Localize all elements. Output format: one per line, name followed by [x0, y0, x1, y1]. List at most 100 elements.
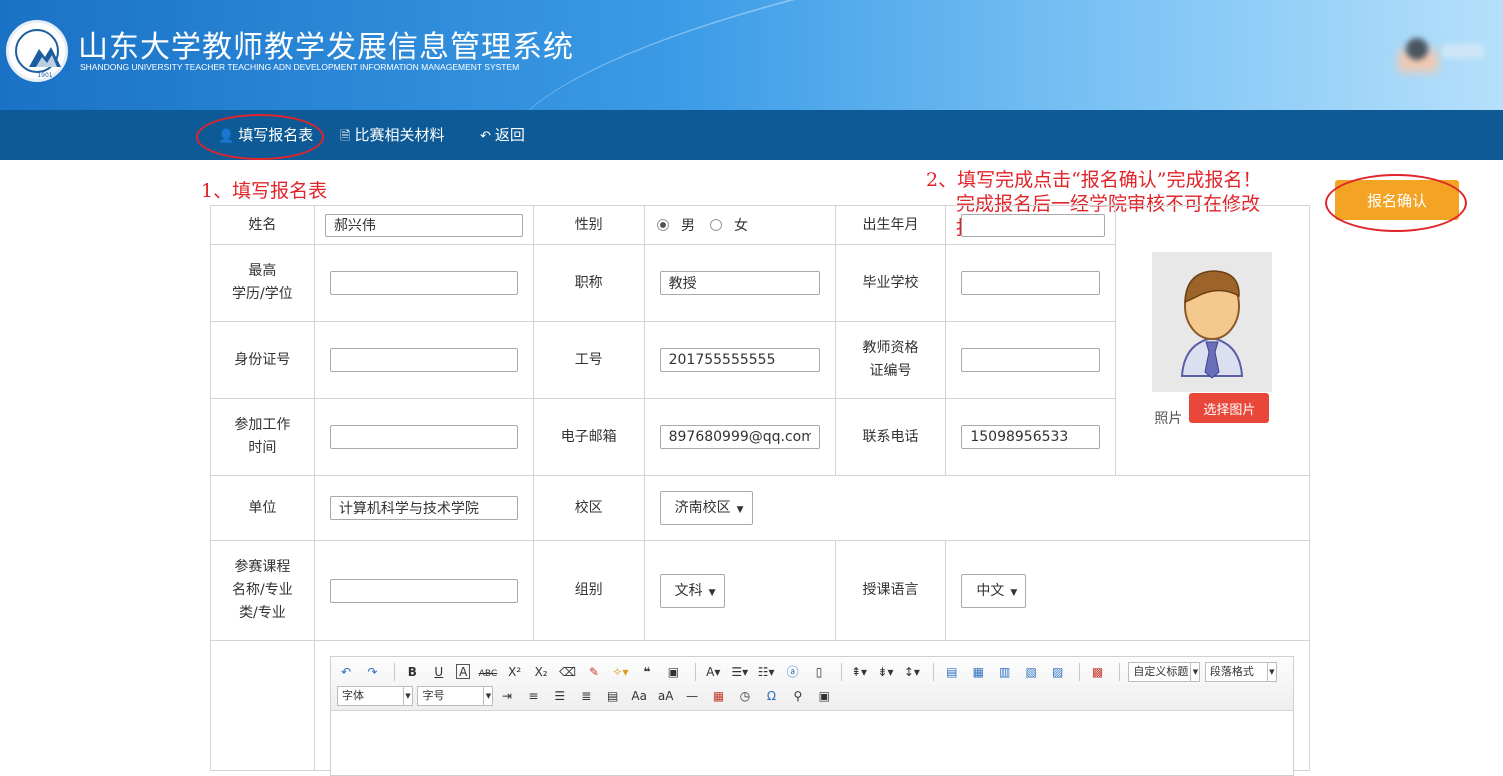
staffno-input[interactable]: [659, 348, 820, 372]
work-time-input[interactable]: [329, 425, 518, 449]
paste-text-icon[interactable]: ▣: [664, 662, 682, 682]
image-left-icon[interactable]: ▦: [969, 662, 987, 682]
date-icon[interactable]: ▦: [710, 686, 728, 706]
university-logo: 1901: [6, 20, 68, 82]
email-input[interactable]: [659, 425, 820, 449]
photo-cell: 照片 选择图片: [1115, 205, 1310, 476]
birth-input[interactable]: [961, 213, 1106, 237]
user-avatar-blurred[interactable]: [1398, 36, 1488, 72]
direction-ltr-icon[interactable]: ▤: [943, 662, 961, 682]
format-brush-icon[interactable]: ✎: [585, 662, 603, 682]
blockquote-icon[interactable]: ❝: [638, 662, 656, 682]
title-input[interactable]: [659, 271, 820, 295]
editor-toolbar: ↶ ↷ B U A ABC X² X₂ ⌫ ✎ ✧▾ ❝ ▣ A▾ ☰▾ ☷▾ …: [331, 657, 1293, 711]
photo-label: 照片: [1154, 411, 1183, 427]
font-size-combo[interactable]: 字号 ▼: [417, 686, 494, 706]
select-photo-button[interactable]: 选择图片: [1189, 393, 1270, 423]
id-input[interactable]: [329, 348, 518, 372]
subscript-icon[interactable]: X₂: [532, 662, 550, 682]
school-input[interactable]: [961, 271, 1101, 295]
group-select[interactable]: 文科 ▼: [659, 573, 725, 608]
gender-male-radio[interactable]: [656, 219, 669, 231]
justify-full-icon[interactable]: ▤: [604, 686, 622, 706]
annotation-circle-confirm: [1325, 174, 1467, 232]
avatar-placeholder: [1152, 252, 1273, 392]
ordered-list-icon[interactable]: ☰▾: [731, 662, 749, 682]
justify-left-icon[interactable]: ≡: [524, 686, 542, 706]
redo-icon[interactable]: ↷: [363, 662, 381, 682]
search-replace-icon[interactable]: ⚲: [789, 686, 807, 706]
birth-label: 出生年月: [834, 205, 947, 245]
dropdown-arrow-icon: ▼: [1010, 587, 1018, 598]
phone-label: 联系电话: [834, 398, 947, 476]
reply-icon: ↶: [480, 129, 491, 144]
justify-right-icon[interactable]: ≣: [577, 686, 595, 706]
nav-materials[interactable]: 🗎 比赛相关材料: [340, 110, 444, 160]
course-label: 参赛课程 名称/专业 类/专业: [210, 540, 315, 641]
indent-icon[interactable]: ⇥: [498, 686, 516, 706]
dropdown-arrow-icon: ▼: [708, 587, 716, 598]
email-label: 电子邮箱: [532, 398, 645, 476]
lowercase-icon[interactable]: aA: [657, 686, 675, 706]
font-color-icon[interactable]: A▾: [704, 662, 722, 682]
eraser-icon[interactable]: ⌫: [559, 662, 577, 682]
gender-label: 性别: [532, 205, 645, 245]
unit-label: 单位: [210, 475, 315, 541]
special-char-icon[interactable]: Ω: [762, 686, 780, 706]
cert-label: 教师资格 证编号: [834, 321, 947, 399]
degree-input[interactable]: [329, 271, 518, 295]
group-label: 组别: [532, 540, 645, 641]
row-spacing-top-icon[interactable]: ⇞▾: [850, 662, 868, 682]
language-select[interactable]: 中文 ▼: [961, 573, 1027, 608]
language-select-value: 中文: [976, 582, 1005, 599]
uppercase-icon[interactable]: Aa: [630, 686, 648, 706]
line-height-icon[interactable]: ↕▾: [903, 662, 921, 682]
insert-image-icon[interactable]: ▩: [1089, 662, 1107, 682]
image-none-icon[interactable]: ▥: [996, 662, 1014, 682]
rich-text-editor[interactable]: ↶ ↷ B U A ABC X² X₂ ⌫ ✎ ✧▾ ❝ ▣ A▾ ☰▾ ☷▾ …: [330, 656, 1294, 776]
justify-center-icon[interactable]: ☰: [551, 686, 569, 706]
course-input[interactable]: [329, 578, 518, 603]
phone-input[interactable]: [961, 425, 1101, 449]
document-icon: 🗎: [340, 129, 351, 144]
dropdown-arrow-icon: ▼: [736, 505, 744, 515]
name-label: 姓名: [210, 205, 315, 245]
logo-year: 1901: [37, 72, 53, 79]
image-center-icon[interactable]: ▨: [1049, 662, 1067, 682]
title-label: 职称: [532, 244, 645, 322]
row-spacing-bottom-icon[interactable]: ⇟▾: [876, 662, 894, 682]
campus-label: 校区: [532, 475, 645, 541]
custom-title-combo[interactable]: 自定义标题 ▼: [1128, 662, 1201, 682]
time-icon[interactable]: ◷: [736, 686, 754, 706]
language-label: 授课语言: [834, 540, 947, 641]
paragraph-combo[interactable]: 段落格式 ▼: [1204, 662, 1277, 682]
horizontal-rule-icon[interactable]: —: [683, 686, 701, 706]
nav-materials-label: 比赛相关材料: [354, 126, 445, 144]
strikethrough-icon[interactable]: ABC: [479, 664, 497, 684]
font-border-icon[interactable]: A: [456, 664, 471, 679]
superscript-icon[interactable]: X²: [506, 662, 524, 682]
id-label: 身份证号: [210, 321, 315, 399]
clear-doc-icon[interactable]: ▯: [810, 662, 828, 682]
nav-back-label: 返回: [494, 126, 525, 144]
unordered-list-icon[interactable]: ☷▾: [757, 662, 775, 682]
select-all-icon[interactable]: ⓐ: [784, 662, 802, 682]
auto-format-icon[interactable]: ✧▾: [611, 662, 629, 682]
cert-input[interactable]: [961, 348, 1101, 372]
underline-icon[interactable]: U: [430, 662, 448, 682]
undo-icon[interactable]: ↶: [337, 662, 355, 682]
bold-icon[interactable]: B: [403, 662, 421, 682]
work-time-label: 参加工作 时间: [210, 398, 315, 476]
image-right-icon[interactable]: ▧: [1022, 662, 1040, 682]
system-subtitle: SHANDONG UNIVERSITY TEACHER TEACHING ADN…: [80, 62, 520, 72]
degree-label: 最高 学历/学位: [210, 244, 315, 322]
gender-female-radio[interactable]: [709, 219, 722, 231]
paste-icon[interactable]: ▣: [815, 686, 833, 706]
editor-label-cell: [210, 640, 315, 771]
campus-select[interactable]: 济南校区 ▼: [659, 491, 753, 525]
font-family-combo[interactable]: 字体 ▼: [337, 686, 413, 706]
name-input[interactable]: [324, 213, 523, 237]
nav-back[interactable]: ↶ 返回: [480, 110, 525, 160]
system-title: 山东大学教师教学发展信息管理系统: [78, 30, 574, 65]
unit-input[interactable]: [329, 496, 518, 520]
